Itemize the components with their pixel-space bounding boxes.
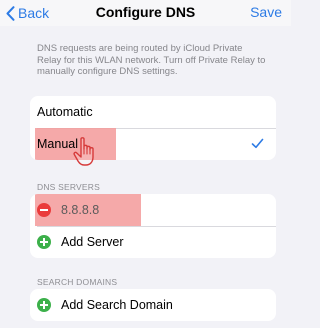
search-domains-header: SEARCH DOMAINS (37, 277, 118, 287)
manual-option[interactable]: Manual (30, 128, 276, 160)
dns-server-row[interactable]: 8.8.8.8 (30, 194, 276, 226)
add-search-domain-row[interactable]: Add Search Domain (30, 289, 276, 321)
chevron-left-icon (6, 5, 15, 21)
pointing-hand-cursor-icon (73, 137, 94, 166)
navigation-bar: Back Configure DNS Save (0, 0, 291, 26)
add-search-domain-label: Add Search Domain (61, 298, 173, 312)
back-button[interactable]: Back (6, 3, 49, 23)
automatic-label: Automatic (37, 105, 93, 119)
dns-servers-group: 8.8.8.8 Add Server (30, 194, 276, 258)
dns-server-address[interactable]: 8.8.8.8 (61, 203, 99, 217)
add-server-label: Add Server (61, 235, 124, 249)
search-domains-group: Add Search Domain (30, 289, 276, 321)
save-button[interactable]: Save (250, 4, 282, 20)
add-server-icon (37, 235, 51, 249)
dns-servers-header: DNS SERVERS (37, 182, 100, 192)
add-search-domain-icon (37, 298, 51, 312)
dns-mode-group: Automatic Manual (30, 96, 276, 160)
checkmark-icon (251, 138, 264, 149)
back-label: Back (18, 5, 50, 21)
automatic-option[interactable]: Automatic (30, 96, 276, 128)
add-server-row[interactable]: Add Server (30, 226, 276, 258)
private-relay-info-text: DNS requests are being routed by iCloud … (37, 43, 266, 77)
remove-server-icon[interactable] (37, 203, 51, 217)
